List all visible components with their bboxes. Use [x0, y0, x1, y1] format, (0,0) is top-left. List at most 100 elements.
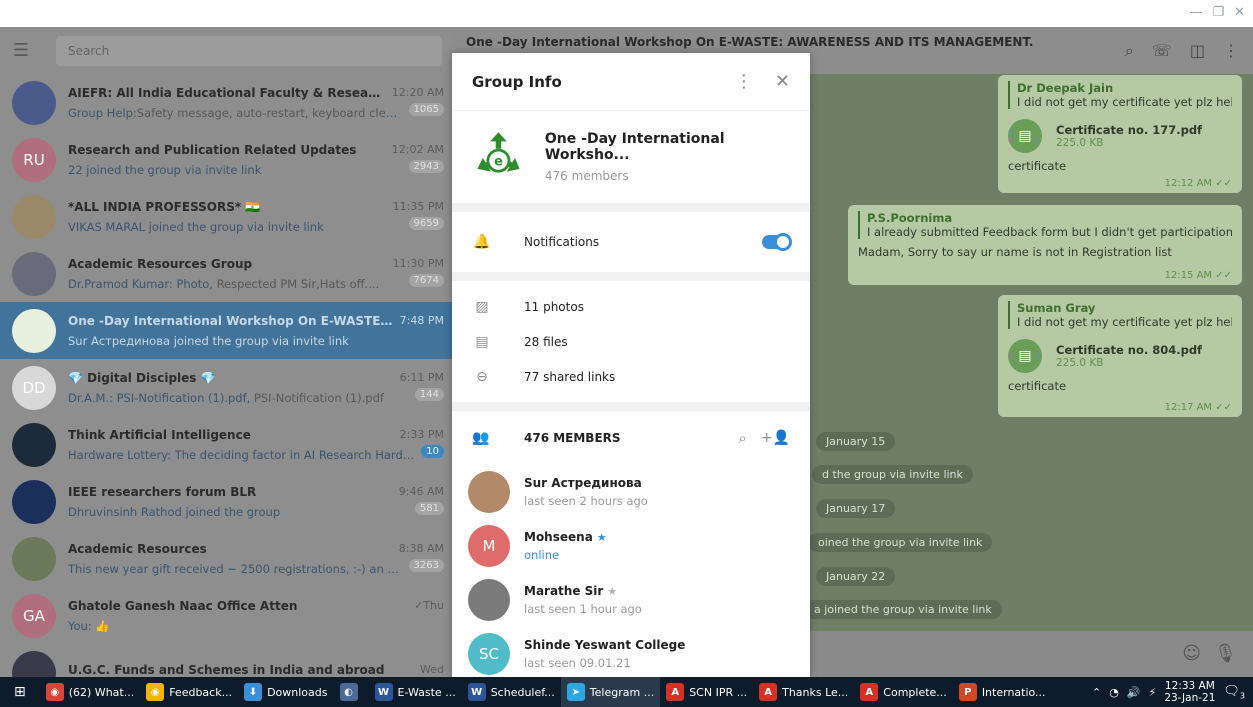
member-item[interactable]: Sur Астрединова last seen 2 hours ago — [452, 465, 810, 519]
close-icon[interactable]: ✕ — [775, 71, 790, 92]
volume-icon[interactable]: 🔊 — [1127, 686, 1141, 699]
divider — [452, 272, 810, 281]
date-separator: January 22 — [816, 567, 896, 586]
chat-list-item[interactable]: IEEE researchers forum BLR 9:46 AM Dhruvin… — [0, 473, 452, 530]
taskbar-app[interactable]: ➤ Telegram ... — [560, 677, 661, 707]
chat-bottom-row: Dr.Pramod Kumar: Photo, Respected PM Sir… — [68, 271, 444, 291]
search-input[interactable] — [56, 35, 442, 66]
member-item[interactable]: M Mohseena ★ online — [452, 519, 810, 573]
chat-bottom-row: 22 joined the group via invite link 2943 — [68, 157, 444, 177]
photos-row[interactable]: ▨ 11 photos — [452, 289, 810, 324]
member-item[interactable]: Marathe Sir ★ last seen 1 hour ago — [452, 573, 810, 627]
message-bubble[interactable]: P.S.Poornima I already submitted Feedbac… — [848, 205, 1242, 285]
notifications-toggle[interactable] — [762, 233, 792, 251]
network-icon[interactable]: ◔ — [1109, 686, 1119, 699]
more-options-icon[interactable]: ⋮ — [735, 71, 753, 92]
service-message: oined the group via invite link — [808, 533, 993, 552]
chat-list-item[interactable]: DD 💎 Digital Disciples 💎 6:11 PM Dr.A.M.: P… — [0, 359, 452, 416]
chat-top-row: *ALL INDIA PROFESSORS* 🇮🇳 11:35 PM — [68, 200, 444, 214]
clock[interactable]: 12:33 AM 23-Jan-21 — [1164, 680, 1215, 704]
member-avatar: M — [468, 525, 510, 567]
app-icon: ◉ — [146, 683, 165, 701]
reply-quote[interactable]: Dr Deepak Jain I did not get my certific… — [1008, 81, 1232, 109]
app-label: Downloads — [267, 685, 328, 699]
file-attachment[interactable]: ▤ Certificate no. 177.pdf 225.0 KB — [1008, 119, 1232, 153]
unread-badge: 1065 — [408, 103, 444, 116]
taskbar-app[interactable]: ◉ Feedback... — [140, 677, 238, 707]
chat-body: Research and Publication Related Updates… — [68, 143, 444, 177]
divider — [452, 402, 810, 411]
chat-preview: Dhruvinsinh Rathod joined the group — [68, 505, 280, 519]
member-info: Mohseena ★ online — [524, 530, 607, 562]
app-icon: ⬇ — [244, 683, 263, 701]
power-icon[interactable]: ⚡ — [1149, 686, 1157, 699]
date-separator: January 15 — [816, 432, 896, 451]
chat-list-item[interactable]: GA Ghatole Ganesh Naac Office Atten ✓Thu Yo… — [0, 587, 452, 644]
chat-avatar: DD — [12, 365, 56, 410]
chat-list-item[interactable]: RU Research and Publication Related Updat… — [0, 131, 452, 188]
reply-quote[interactable]: Suman Gray I did not get my certificate … — [1008, 301, 1232, 329]
taskbar-app[interactable]: ⬇ Downloads — [238, 677, 333, 707]
chat-body: IEEE researchers forum BLR 9:46 AM Dhruvin… — [68, 485, 444, 519]
chat-top-row: 💎 Digital Disciples 💎 6:11 PM — [68, 371, 444, 385]
taskbar-app[interactable]: A Complete... — [854, 677, 953, 707]
notification-center-icon[interactable]: 🗨3 — [1223, 684, 1245, 701]
links-row[interactable]: ⊖ 77 shared links — [452, 359, 810, 394]
chat-list-item[interactable]: Academic Resources 8:38 AM This new year g… — [0, 530, 452, 587]
chat-preview: Sur Астрединова joined the group via inv… — [68, 334, 349, 348]
start-button[interactable]: ⊞ — [0, 677, 40, 707]
message-bubble[interactable]: Suman Gray I did not get my certificate … — [998, 295, 1242, 417]
chat-preview: Dr.Pramod Kumar: Photo, Respected PM Sir… — [68, 277, 379, 291]
minimize-button[interactable]: — — [1189, 5, 1202, 20]
voice-chat-icon[interactable]: ☏ — [1152, 41, 1172, 61]
chat-body: Think Artificial Intelligence 2:33 PM Hard… — [68, 428, 444, 462]
tray-chevron-icon[interactable]: ⌃ — [1092, 686, 1101, 699]
search-icon[interactable]: ⌕ — [738, 429, 746, 447]
menu-icon[interactable]: ☰ — [10, 40, 32, 61]
message-bubble[interactable]: Dr Deepak Jain I did not get my certific… — [998, 75, 1242, 193]
chat-body: AIEFR: All India Educational Faculty & R… — [68, 86, 444, 120]
chat-list-item[interactable]: AIEFR: All India Educational Faculty & R… — [0, 74, 452, 131]
restore-button[interactable]: ❐ — [1212, 5, 1224, 20]
chat-name: One -Day International Workshop On E-WAS… — [68, 313, 394, 328]
search-icon[interactable]: ⌕ — [1125, 41, 1134, 61]
taskbar-app[interactable]: W E-Waste ... — [369, 677, 462, 707]
app-icon: A — [860, 683, 879, 701]
chat-avatar — [12, 479, 56, 524]
group-info-header: Group Info ⋮ ✕ — [452, 53, 810, 111]
microphone-icon[interactable]: 🎙 — [1214, 643, 1237, 664]
sidebar-toggle-icon[interactable]: ◫ — [1190, 41, 1205, 61]
more-icon[interactable]: ⋮ — [1223, 41, 1239, 61]
member-item[interactable]: SC Shinde Yeswant College last seen 09.01.… — [452, 627, 810, 677]
reply-quote[interactable]: P.S.Poornima I already submitted Feedbac… — [858, 211, 1232, 239]
taskbar-app[interactable]: ◉ (62) What... — [40, 677, 140, 707]
files-row[interactable]: ▤ 28 files — [452, 324, 810, 359]
service-message: d the group via invite link — [812, 465, 973, 484]
chat-list-item[interactable]: Academic Resources Group 11:30 PM Dr.Pramo… — [0, 245, 452, 302]
app-icon: W — [467, 683, 486, 701]
member-name: Marathe Sir — [524, 584, 604, 598]
emoji-icon[interactable]: ☺ — [1182, 643, 1201, 664]
taskbar-app[interactable]: P Internatio... — [953, 677, 1052, 707]
chat-list-item[interactable]: Think Artificial Intelligence 2:33 PM Hard… — [0, 416, 452, 473]
chat-list-item[interactable]: *ALL INDIA PROFESSORS* 🇮🇳 11:35 PM VIKAS M… — [0, 188, 452, 245]
chat-bottom-row: Group Help:Safety message, auto-restart,… — [68, 100, 444, 120]
notifications-row[interactable]: 🔔 Notifications — [452, 212, 810, 272]
unread-badge: 10 — [421, 445, 444, 458]
taskbar-app[interactable]: A Thanks Le... — [753, 677, 854, 707]
close-window-button[interactable]: ✕ — [1234, 5, 1245, 20]
chat-list-item[interactable]: One -Day International Workshop On E-WAS… — [0, 302, 452, 359]
file-name: Certificate no. 804.pdf — [1056, 343, 1203, 357]
group-logo[interactable]: e — [470, 126, 527, 188]
admin-star-icon: ★ — [607, 585, 618, 598]
taskbar-app[interactable]: W Schedulef... — [462, 677, 561, 707]
members-title: 476 MEMBERS — [524, 431, 621, 445]
chat-title[interactable]: One -Day International Workshop On E-WAS… — [466, 35, 1033, 49]
app-label: SCN IPR ... — [689, 685, 748, 699]
chat-list-item[interactable]: U.G.C. Funds and Schemes in India and ab… — [0, 644, 452, 677]
file-attachment[interactable]: ▤ Certificate no. 804.pdf 225.0 KB — [1008, 339, 1232, 373]
add-member-icon[interactable]: +👤 — [761, 430, 790, 446]
taskbar-app[interactable]: A SCN IPR ... — [660, 677, 753, 707]
app-label: Schedulef... — [490, 685, 555, 699]
taskbar-app[interactable]: ◐ — [334, 677, 369, 707]
